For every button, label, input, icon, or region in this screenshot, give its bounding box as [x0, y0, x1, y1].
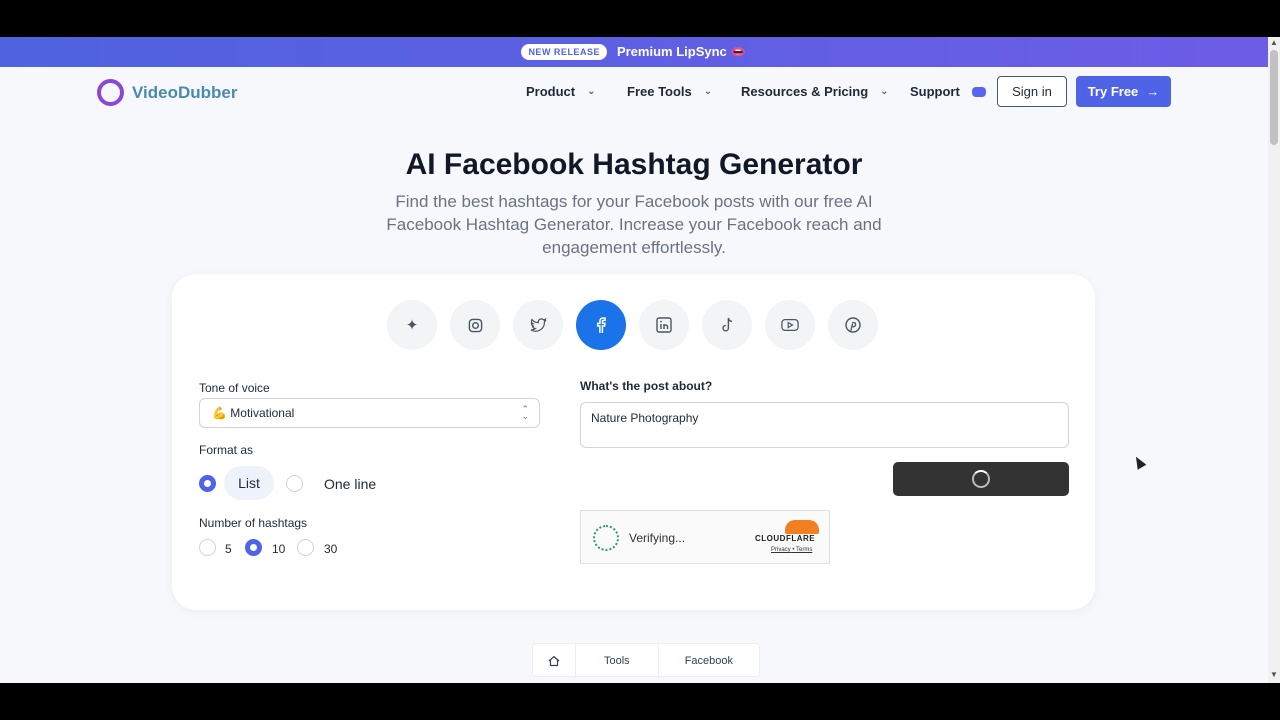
instagram-icon[interactable]: [450, 300, 500, 350]
page-viewport: NEW RELEASE Premium LipSync 👄 VideoDubbe…: [0, 37, 1268, 683]
pinterest-icon[interactable]: [828, 300, 878, 350]
try-free-button[interactable]: Try Free →: [1076, 76, 1171, 107]
chevron-down-icon: ⌄: [587, 86, 596, 97]
linkedin-icon[interactable]: [639, 300, 689, 350]
nav-product[interactable]: Product ⌄: [526, 84, 596, 99]
tone-select[interactable]: 💪 Motivational ⌃ ⌄: [199, 398, 540, 428]
nav-resources-label: Resources & Pricing: [741, 84, 869, 99]
home-icon: [548, 655, 560, 667]
nav-support-label: Support: [910, 84, 960, 99]
count-5-radio[interactable]: [199, 539, 216, 556]
count-10-radio[interactable]: [245, 539, 262, 556]
window-bottom-letterbox: [0, 683, 1280, 720]
hashtag-count-label: Number of hashtags: [199, 516, 308, 530]
captcha-links[interactable]: Privacy • Terms: [771, 547, 812, 553]
scroll-up-arrow-icon[interactable]: ▲: [1270, 39, 1278, 47]
count-30-radio[interactable]: [297, 539, 314, 556]
format-oneline-option[interactable]: One line: [324, 476, 376, 492]
chevron-down-icon: ⌄: [703, 86, 713, 97]
facebook-icon[interactable]: [576, 300, 626, 350]
select-caret-icon: ⌃ ⌄: [521, 404, 529, 421]
generator-card: ✦ Tone of voice 💪 Motivational ⌃ ⌄ Forma…: [172, 274, 1095, 610]
tone-label: Tone of voice: [199, 381, 270, 395]
sign-in-button[interactable]: Sign in: [997, 76, 1067, 107]
chevron-down-icon: ⌄: [880, 86, 889, 97]
breadcrumb-facebook[interactable]: Facebook: [659, 644, 759, 678]
breadcrumb: Tools Facebook: [532, 643, 760, 678]
tone-value: 💪 Motivational: [212, 406, 295, 420]
count-5-label: 5: [225, 542, 232, 556]
discord-icon: [971, 86, 986, 97]
format-list-radio[interactable]: [199, 475, 216, 492]
nav-free-tools[interactable]: Free Tools ⌄: [627, 84, 712, 99]
page-title: AI Facebook Hashtag Generator: [405, 148, 863, 181]
nav-product-label: Product: [526, 84, 576, 99]
sparkles-icon[interactable]: ✦: [387, 300, 437, 350]
nav-free-tools-label: Free Tools: [627, 84, 692, 99]
try-free-label: Try Free: [1087, 84, 1139, 99]
arrow-right-icon: →: [1146, 84, 1160, 99]
banner-text: Premium LipSync 👄: [616, 44, 747, 59]
captcha-status: Verifying...: [629, 531, 686, 545]
breadcrumb-tools[interactable]: Tools: [576, 644, 659, 678]
count-10-label: 10: [272, 542, 286, 556]
format-label: Format as: [199, 443, 254, 457]
format-oneline-radio[interactable]: [286, 475, 303, 492]
announcement-banner[interactable]: NEW RELEASE Premium LipSync 👄: [0, 37, 1268, 67]
twitter-icon[interactable]: [513, 300, 563, 350]
cloudflare-cloud-icon: [785, 520, 819, 534]
nav-resources-pricing[interactable]: Resources & Pricing ⌄: [741, 84, 889, 99]
post-topic-input[interactable]: Nature Photography: [580, 402, 1069, 448]
terms-link[interactable]: Terms: [796, 547, 812, 553]
scrollbar-thumb[interactable]: [1270, 50, 1278, 145]
logo-ring-icon: [97, 79, 124, 106]
page-subtitle: Find the best hashtags for your Facebook…: [386, 192, 882, 257]
loading-spinner-icon: [972, 470, 990, 488]
youtube-icon[interactable]: [765, 300, 815, 350]
privacy-link[interactable]: Privacy: [771, 547, 791, 553]
format-list-option[interactable]: List: [224, 466, 274, 500]
window-top-letterbox: [0, 0, 1280, 37]
count-30-label: 30: [324, 542, 338, 556]
breadcrumb-home[interactable]: [533, 644, 576, 678]
brand-name: VideoDubber: [132, 82, 238, 102]
cloudflare-captcha[interactable]: Verifying... CLOUDFLARE Privacy • Terms: [580, 510, 830, 564]
scroll-down-arrow-icon[interactable]: ▼: [1270, 671, 1278, 679]
new-release-badge: NEW RELEASE: [521, 44, 607, 60]
tiktok-icon[interactable]: [702, 300, 752, 350]
cloudflare-logo: CLOUDFLARE: [755, 534, 816, 543]
brand-logo[interactable]: VideoDubber: [97, 79, 237, 106]
platform-selector: ✦: [387, 300, 878, 350]
verifying-spinner-icon: [593, 525, 619, 551]
post-topic-label: What's the post about?: [580, 379, 713, 393]
main-nav: VideoDubber Product ⌄ Free Tools ⌄ Resou…: [0, 67, 1268, 117]
nav-support[interactable]: Support: [910, 84, 986, 99]
generate-button[interactable]: [893, 462, 1069, 496]
